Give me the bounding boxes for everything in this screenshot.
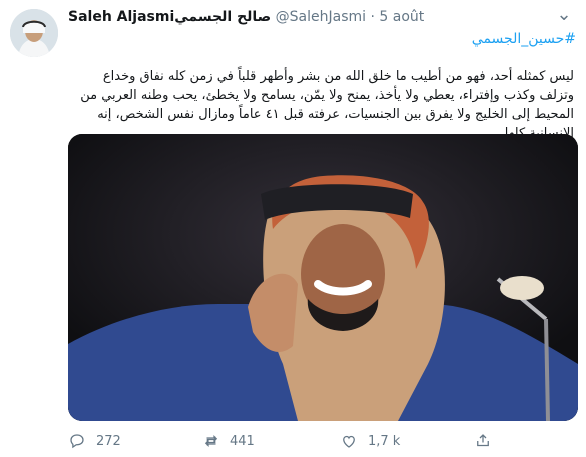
reply-count: 272 bbox=[96, 433, 121, 449]
reply-icon bbox=[70, 434, 84, 449]
more-options-button[interactable]: ⌄ bbox=[550, 4, 578, 25]
reply-action[interactable]: 272 bbox=[68, 430, 121, 452]
retweet-action[interactable]: 441 bbox=[202, 430, 255, 452]
like-action[interactable]: 1,7 k bbox=[340, 430, 400, 452]
like-count: 1,7 k bbox=[368, 433, 401, 449]
tweet-actions: 272 441 1,7 k bbox=[68, 430, 578, 452]
tweet-card[interactable]: Saleh Aljasmiصالح الجسمي @SalehJasmi · 5… bbox=[0, 0, 586, 457]
tweet-photo[interactable] bbox=[68, 134, 578, 421]
performer-photo bbox=[68, 134, 578, 421]
share-action[interactable] bbox=[474, 430, 492, 452]
hashtag-link[interactable]: #حسين_الجسمي bbox=[472, 31, 576, 53]
header-separator: · bbox=[370, 9, 375, 25]
author-handle[interactable]: @SalehJasmi bbox=[276, 9, 366, 25]
share-icon bbox=[477, 434, 489, 447]
author-name[interactable]: Saleh Aljasmi bbox=[68, 9, 174, 25]
tweet-date[interactable]: 5 août bbox=[379, 9, 424, 25]
caret-down-icon: ⌄ bbox=[556, 4, 572, 25]
tweet-header: Saleh Aljasmiصالح الجسمي @SalehJasmi · 5… bbox=[68, 9, 424, 29]
retweet-icon bbox=[204, 435, 218, 447]
author-name-ar[interactable]: صالح الجسمي bbox=[174, 9, 271, 25]
like-icon bbox=[343, 435, 355, 448]
author-avatar[interactable] bbox=[10, 9, 58, 57]
tweet-text: ليس كمثله أحد، فهو من أطيب ما خلق الله م… bbox=[80, 69, 574, 141]
retweet-count: 441 bbox=[230, 433, 255, 449]
